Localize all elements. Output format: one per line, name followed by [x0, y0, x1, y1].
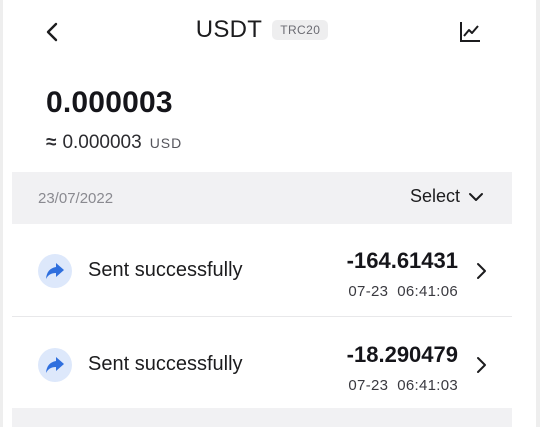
- chevron-down-icon: [469, 192, 483, 201]
- header: USDT TRC20: [12, 8, 512, 56]
- transaction-row[interactable]: Sent successfully -18.290479 07-23 06:41…: [12, 318, 512, 412]
- send-arrow-icon: [38, 254, 72, 288]
- title-group: USDT TRC20: [12, 16, 512, 44]
- transaction-row[interactable]: Sent successfully -164.61431 07-23 06:41…: [12, 224, 512, 318]
- fiat-balance: ≈ 0.000003 USD: [46, 132, 182, 154]
- fiat-unit: USD: [149, 135, 183, 151]
- approx-symbol: ≈: [46, 132, 57, 153]
- transaction-amount: -164.61431: [346, 248, 458, 273]
- chevron-right-icon: [474, 354, 488, 376]
- send-arrow-icon: [38, 348, 72, 382]
- line-chart-icon: [460, 22, 480, 42]
- left-edge: [0, 0, 3, 427]
- transaction-status: Sent successfully: [88, 353, 243, 375]
- fiat-value: 0.000003: [62, 132, 142, 153]
- transaction-time: 07-23 06:41:06: [348, 283, 458, 300]
- select-label: Select: [409, 186, 460, 206]
- right-edge: [536, 0, 540, 427]
- row-divider: [12, 316, 512, 317]
- chevron-right-icon: [474, 260, 488, 282]
- chart-button[interactable]: [456, 18, 484, 46]
- date-label: 23/07/2022: [38, 190, 114, 207]
- token-balance: 0.000003: [46, 86, 173, 119]
- select-button[interactable]: Select: [410, 186, 484, 207]
- transaction-amount: -18.290479: [346, 342, 458, 367]
- network-badge: TRC20: [272, 20, 329, 40]
- date-filter-bar: 23/07/2022 Select: [12, 172, 512, 224]
- page-title: USDT: [195, 16, 263, 43]
- next-date-bar: [12, 408, 512, 427]
- wallet-detail-screen: USDT TRC20 0.000003 ≈ 0.000003 USD 23/07…: [0, 0, 540, 427]
- transaction-time: 07-23 06:41:03: [348, 377, 458, 394]
- transaction-status: Sent successfully: [88, 259, 243, 281]
